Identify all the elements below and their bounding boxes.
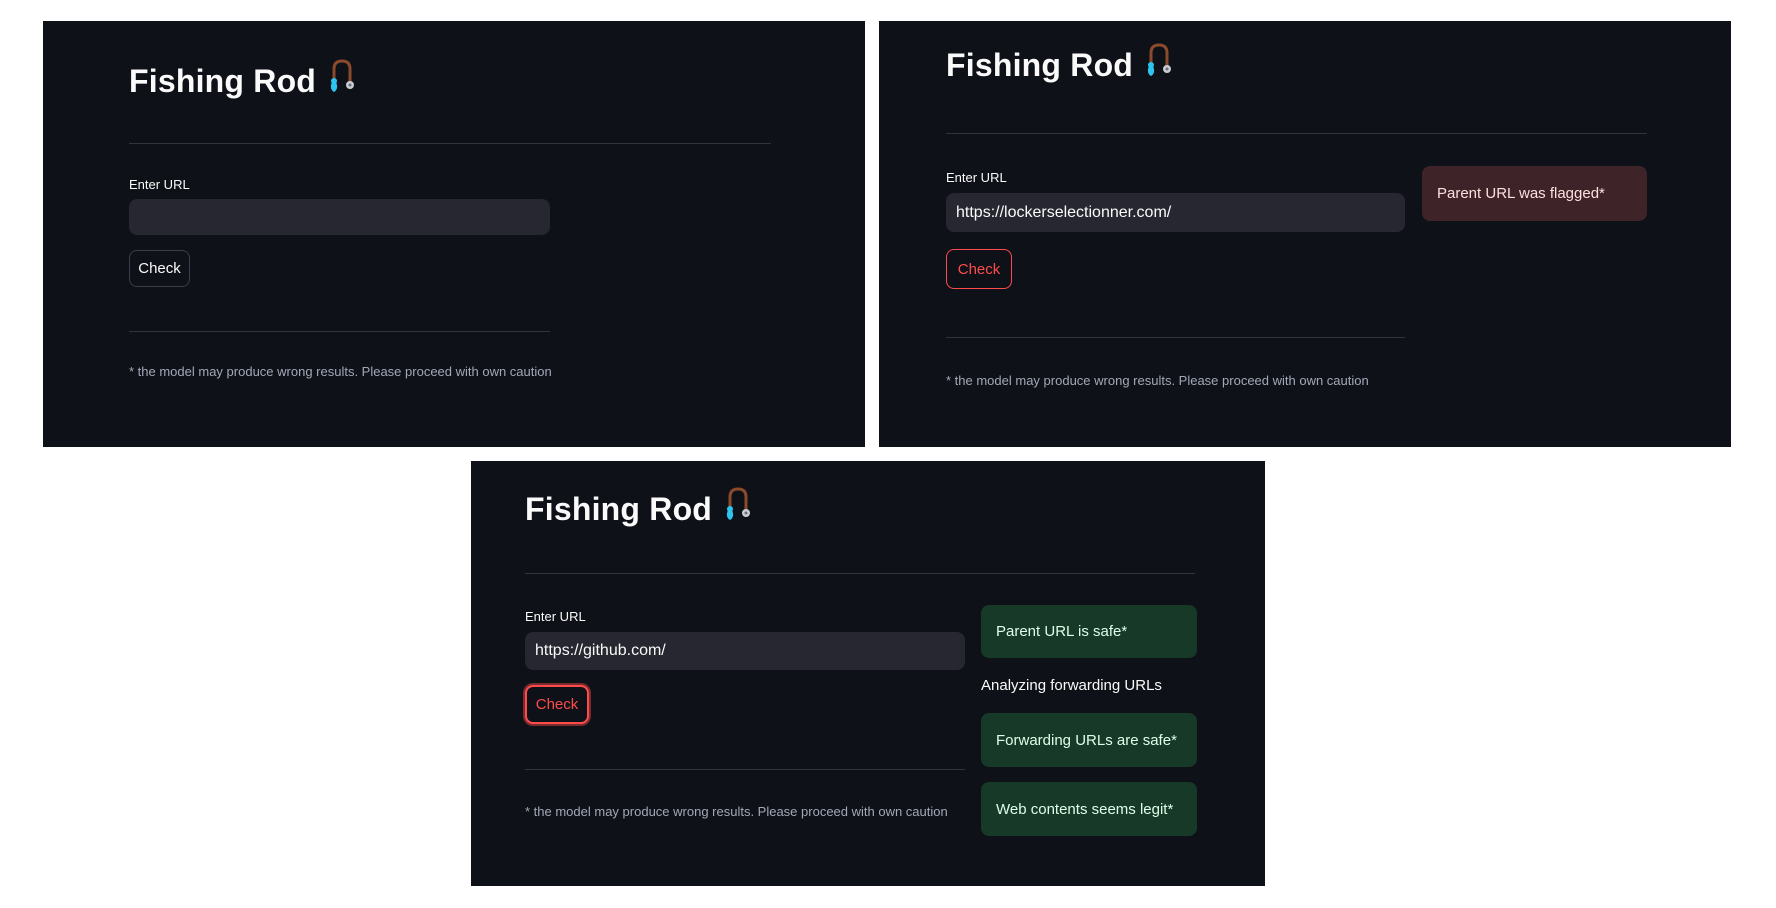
url-input[interactable]: https://lockerselectionner.com/ — [946, 193, 1405, 232]
forwarding-urls-safe-alert: Forwarding URLs are safe* — [981, 713, 1197, 767]
web-contents-legit-alert: Web contents seems legit* — [981, 782, 1197, 836]
parent-url-safe-alert: Parent URL is safe* — [981, 605, 1197, 658]
parent-url-safe-text: Parent URL is safe* — [996, 623, 1128, 640]
page-title-text: Fishing Rod — [946, 46, 1134, 83]
url-input[interactable]: https://github.com/ — [525, 632, 965, 670]
check-button[interactable]: Check — [525, 685, 589, 724]
screenshot-panel-flagged: Fishing Rod Enter URL https://lockersele… — [879, 21, 1731, 447]
disclaimer-text: * the model may produce wrong results. P… — [525, 804, 948, 819]
fishing-pole-icon — [724, 487, 754, 531]
url-label: Enter URL — [129, 177, 190, 192]
title-divider — [525, 573, 1195, 574]
url-input[interactable] — [129, 199, 550, 235]
screenshot-panel-empty: Fishing Rod Enter URL Check * the model … — [43, 21, 865, 447]
url-label: Enter URL — [525, 609, 586, 624]
forwarding-urls-safe-text: Forwarding URLs are safe* — [996, 731, 1177, 749]
footer-divider — [525, 769, 965, 770]
web-contents-legit-text: Web contents seems legit* — [996, 800, 1174, 818]
check-button[interactable]: Check — [946, 249, 1012, 289]
fishing-pole-icon — [328, 59, 358, 103]
page-title: Fishing Rod — [946, 43, 1175, 87]
page-title-text: Fishing Rod — [525, 490, 713, 527]
parent-url-flagged-text: Parent URL was flagged* — [1437, 185, 1605, 202]
title-divider — [129, 143, 771, 144]
url-input-value: https://github.com/ — [535, 642, 666, 659]
footer-divider — [946, 337, 1405, 338]
title-divider — [946, 133, 1647, 134]
fishing-pole-icon — [1145, 43, 1175, 87]
disclaimer-text: * the model may produce wrong results. P… — [946, 373, 1369, 388]
footer-divider — [129, 331, 550, 332]
screenshot-panel-safe: Fishing Rod Enter URL https://github.com… — [471, 461, 1265, 886]
disclaimer-text: * the model may produce wrong results. P… — [129, 364, 552, 379]
page-title-text: Fishing Rod — [129, 62, 317, 99]
page-title: Fishing Rod — [525, 487, 754, 531]
url-input-value: https://lockerselectionner.com/ — [956, 203, 1172, 221]
analyzing-status-text: Analyzing forwarding URLs — [981, 677, 1162, 694]
url-label: Enter URL — [946, 170, 1007, 185]
page-title: Fishing Rod — [129, 59, 358, 103]
check-button[interactable]: Check — [129, 250, 190, 287]
parent-url-flagged-alert: Parent URL was flagged* — [1422, 166, 1647, 221]
